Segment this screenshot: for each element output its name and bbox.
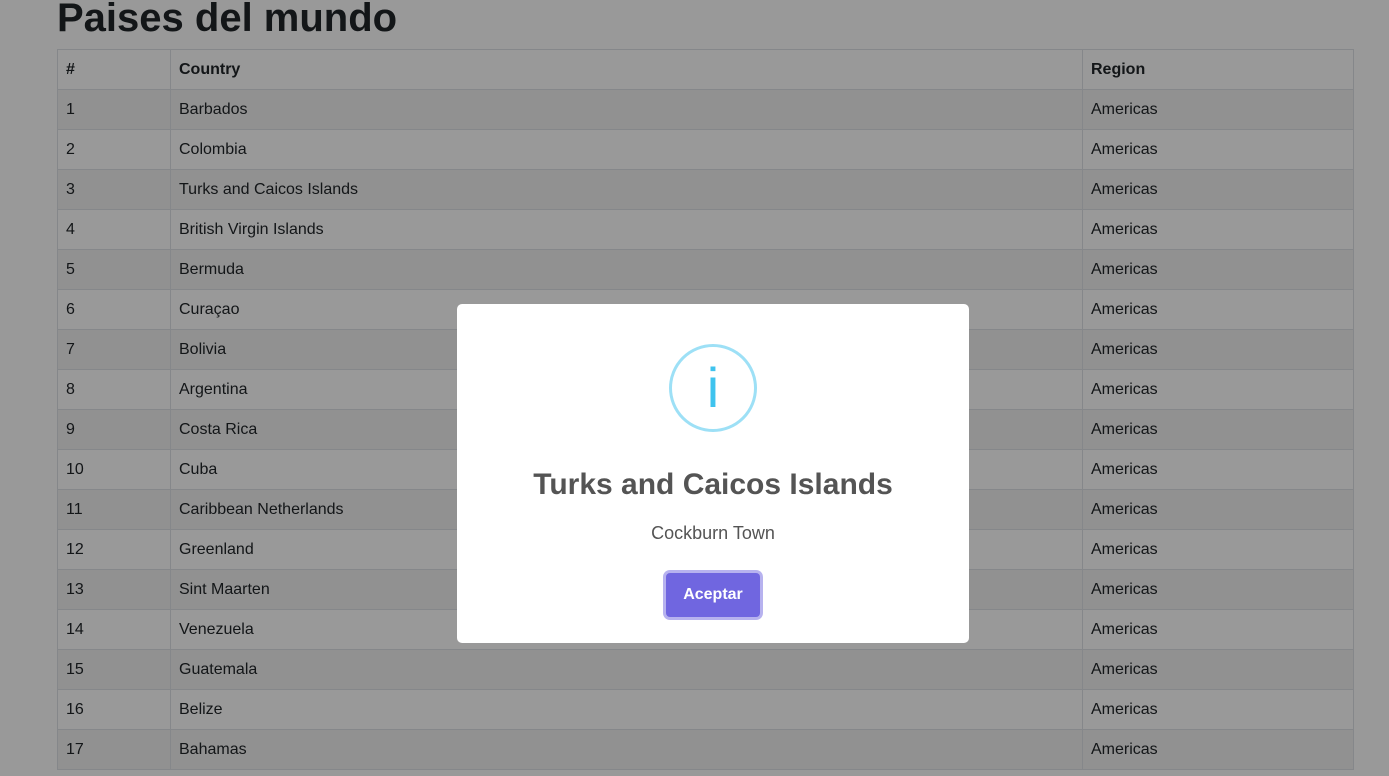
info-icon-glyph: i [706, 356, 720, 419]
page: Paises del mundo # Country Region 1 Barba… [0, 0, 1389, 776]
dialog-title: Turks and Caicos Islands [533, 468, 893, 501]
accept-button[interactable]: Aceptar [666, 573, 760, 617]
dialog-text: Cockburn Town [651, 523, 775, 543]
alert-dialog: i Turks and Caicos Islands Cockburn Town… [457, 304, 969, 643]
info-icon: i [669, 344, 757, 432]
